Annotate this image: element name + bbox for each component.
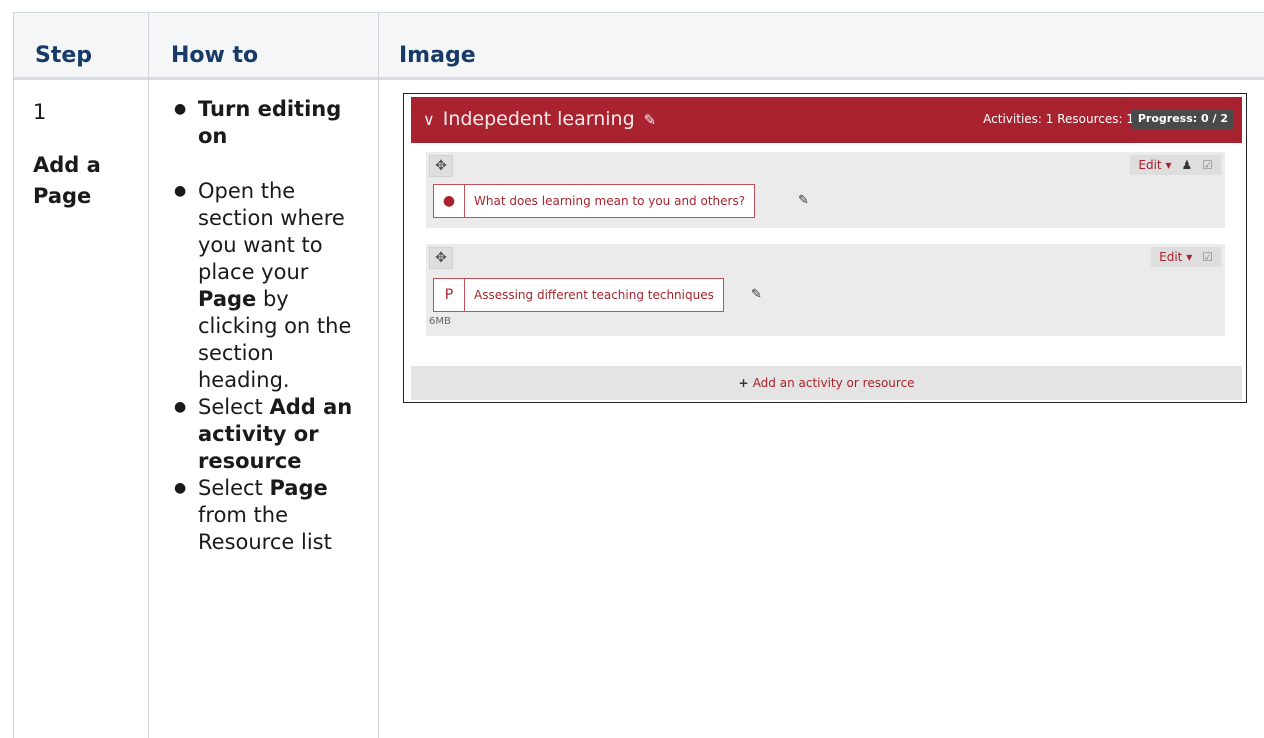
move-icon: ✥ <box>429 155 453 177</box>
column-divider-1 <box>148 12 149 738</box>
pencil-icon: ✎ <box>751 287 762 302</box>
howto-item-open-section: Open the section where you want to place… <box>170 178 370 394</box>
checkbox-icon: ☑ <box>1202 250 1213 264</box>
file-size: 6MB <box>429 316 451 327</box>
activity-link-file: P Assessing different teaching technique… <box>433 278 724 312</box>
activity-link-forum: ● What does learning mean to you and oth… <box>433 184 756 218</box>
table-header-row: Step How to Image <box>14 13 1264 80</box>
activity-row: ✥ Edit ▾ ♟ ☑ ● What does learning mean to … <box>426 152 1225 228</box>
howto-item-select-page: Select Page from the Resource list <box>170 475 370 556</box>
activity-row: ✥ Edit ▾ ☑ P Assessing different teaching… <box>426 244 1225 336</box>
section-header: ∨ Indepedent learning ✎ Activities: 1 Res… <box>411 97 1242 143</box>
table-left-border <box>13 12 14 738</box>
step-number: 1 <box>33 100 47 124</box>
add-activity-bar: + Add an activity or resource <box>411 366 1242 400</box>
chat-icon: ● <box>434 185 465 217</box>
header-howto: How to <box>171 43 259 68</box>
howto-item-turn-editing: Turn editing on <box>170 96 370 150</box>
header-image: Image <box>399 43 476 68</box>
section-title: ∨ Indepedent learning ✎ <box>423 108 657 130</box>
checkbox-icon: ☑ <box>1202 158 1213 172</box>
edit-menu: Edit ▾ ☑ <box>1151 247 1221 267</box>
howto-list: Turn editing on Open the section where y… <box>170 96 370 556</box>
pencil-icon: ✎ <box>638 111 657 129</box>
section-stats: Activities: 1 Resources: 1 <box>983 112 1134 126</box>
user-icon: ♟ <box>1181 158 1193 172</box>
progress-badge: Progress: 0 / 2 <box>1131 109 1234 129</box>
plus-icon: + <box>738 376 753 390</box>
column-divider-2 <box>378 12 379 738</box>
header-step: Step <box>35 43 93 68</box>
move-icon: ✥ <box>429 247 453 269</box>
howto-item-add-activity: Select Add an activity or resource <box>170 394 370 475</box>
moodle-screenshot: ∨ Indepedent learning ✎ Activities: 1 Res… <box>403 93 1247 403</box>
pencil-icon: ✎ <box>798 193 809 208</box>
edit-menu: Edit ▾ ♟ ☑ <box>1130 155 1221 175</box>
pdf-file-icon: P <box>434 279 465 311</box>
step-title: Add a Page <box>33 153 101 208</box>
chevron-down-icon: ∨ <box>423 110 435 129</box>
